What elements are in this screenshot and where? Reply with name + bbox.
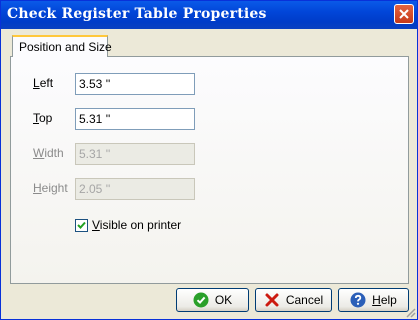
help-label: Help [372, 293, 397, 307]
width-label: Width [33, 146, 64, 160]
tab-panel: Left Top Width Height Visible on printer [10, 56, 409, 284]
dialog-window: Check Register Table Properties Position… [0, 0, 418, 320]
top-input[interactable] [75, 108, 195, 130]
visible-on-printer-checkbox[interactable] [75, 219, 88, 232]
x-cross-icon [265, 293, 279, 307]
close-button[interactable] [394, 4, 414, 24]
checkmark-icon [77, 221, 86, 229]
window-title: Check Register Table Properties [7, 6, 267, 22]
dialog-client-area: Position and Size Left Top Width Height … [1, 29, 417, 319]
tab-position-and-size[interactable]: Position and Size [12, 35, 112, 57]
cancel-label: Cancel [285, 293, 324, 307]
check-circle-icon [193, 292, 209, 308]
height-input [75, 178, 195, 200]
visible-on-printer-label[interactable]: Visible on printer [92, 218, 181, 232]
ok-label: OK [214, 293, 233, 307]
width-input [75, 143, 195, 165]
resize-grip-icon[interactable] [404, 306, 416, 318]
top-label: Top [33, 111, 53, 125]
help-circle-icon [350, 292, 366, 308]
cancel-button[interactable]: Cancel [255, 288, 332, 312]
left-label: Left [33, 76, 54, 90]
title-bar[interactable]: Check Register Table Properties [1, 1, 417, 29]
height-label: Height [33, 181, 68, 195]
ok-button[interactable]: OK [176, 288, 249, 312]
tab-label: Position and Size [19, 40, 112, 54]
close-icon [399, 9, 409, 19]
left-input[interactable] [75, 73, 195, 95]
help-button[interactable]: Help [338, 288, 409, 312]
